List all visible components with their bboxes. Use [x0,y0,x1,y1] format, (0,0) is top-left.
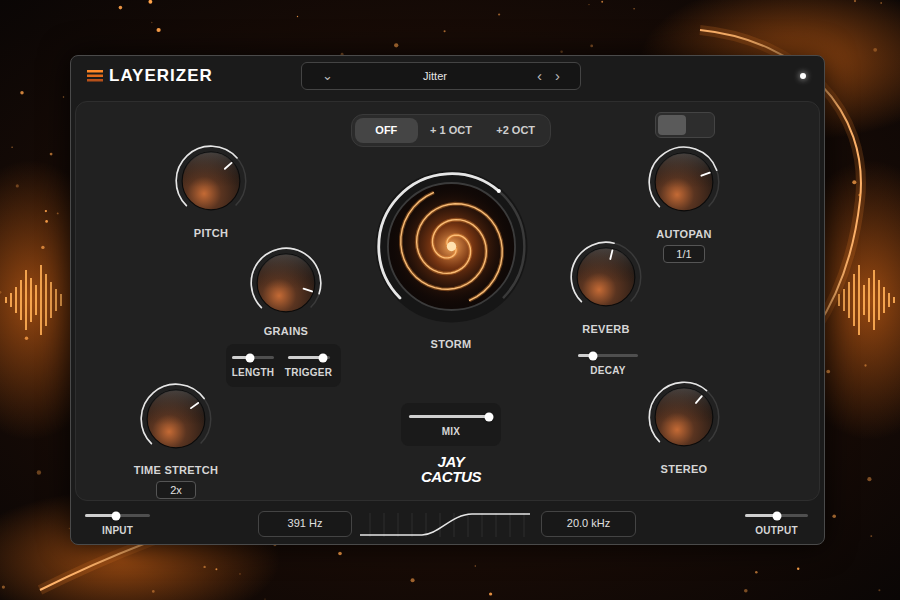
plugin-area: LAYERIZER ⌄Jitter‹› PITCH GRAINS TIME STRET… [0,0,900,545]
footer-bar: INPUT 391 Hz 20.0 kHz OUTPUT [71,501,824,546]
grain-settings-panel: LENGTH TRIGGER [226,344,341,387]
brand-logo: JAYCACTUS [421,454,481,484]
grains-label: GRAINS [264,325,308,338]
octave-button[interactable]: +2 OCT [484,118,547,143]
reverb-control: REVERB [569,240,643,336]
length-slider-track[interactable] [232,356,274,359]
mode-toggle[interactable] [655,112,715,138]
toggle-thumb [658,115,686,135]
low-cut-value[interactable]: 391 Hz [258,511,352,537]
decay-control: DECAY [578,350,638,377]
input-label: INPUT [102,525,133,537]
length-label: LENGTH [232,367,275,379]
storm-knob[interactable] [374,169,529,324]
time-and-grain-row: TIME STRETCH 2x LENGTH TRIGGER [126,344,341,499]
grains-knob[interactable] [249,246,323,320]
filter-curve[interactable] [360,509,530,539]
trigger-label: TRIGGER [285,367,332,379]
pitch-label: PITCH [194,227,228,240]
mix-label: MIX [442,426,461,438]
left-section: PITCH GRAINS TIME STRETCH 2x LENGTH TRIGGER [76,102,341,500]
octave-button[interactable]: OFF [355,118,418,143]
pan-section: AUTOPAN 1/1 STEREO [646,102,821,500]
app-title: LAYERIZER [109,66,213,86]
logo: LAYERIZER [71,66,301,86]
storm-control: STORM [374,169,529,351]
brand-text: CACTUS [421,469,481,484]
grains-control: GRAINS [249,246,323,338]
high-cut-value[interactable]: 20.0 kHz [541,511,636,537]
next-preset-button[interactable]: › [547,69,560,83]
center-section: OFF+ 1 OCT+2 OCT STORM MIX JAYCACTUS [341,102,561,500]
reverb-section: REVERB DECAY [561,102,646,500]
length-control: LENGTH [232,352,274,379]
mix-slider-fill [409,415,489,418]
time-stretch-control: TIME STRETCH 2x [126,382,226,499]
preset-menu-icon[interactable]: ⌄ [322,69,338,83]
input-slider-thumb[interactable] [112,511,121,520]
preset-name: Jitter [338,68,532,85]
stereo-knob[interactable] [647,380,721,454]
mix-slider-thumb[interactable] [484,412,493,421]
stereo-control: STEREO [647,380,721,476]
decay-slider-track[interactable] [578,354,638,357]
trigger-slider-track[interactable] [288,356,330,359]
main-panel: PITCH GRAINS TIME STRETCH 2x LENGTH TRIGGER O… [75,101,820,501]
autopan-knob[interactable] [647,145,721,219]
right-section: REVERB DECAY AUTOPAN 1/1 STEREO [561,102,821,500]
length-slider-thumb[interactable] [245,353,254,362]
pitch-knob[interactable] [174,144,248,218]
input-slider-track[interactable] [85,514,150,517]
time-stretch-value[interactable]: 2x [156,481,196,499]
trigger-slider-thumb[interactable] [319,353,328,362]
pitch-control: PITCH [174,144,248,240]
output-label: OUTPUT [755,525,798,537]
storm-label: STORM [431,338,472,351]
trigger-control: TRIGGER [282,352,335,379]
mix-panel: MIX [401,403,501,446]
octave-selector: OFF+ 1 OCT+2 OCT [351,114,551,147]
mix-control: MIX [409,411,493,438]
time-stretch-label: TIME STRETCH [134,464,219,477]
screen: LAYERIZER ⌄Jitter‹› PITCH GRAINS TIME STRET… [0,0,900,600]
output-slider-track[interactable] [745,514,808,517]
reverb-knob[interactable] [569,240,643,314]
previous-preset-button[interactable]: ‹ [532,69,547,83]
output-control: OUTPUT [745,510,808,537]
status-dot [800,73,806,79]
layers-logo-icon [87,70,103,82]
decay-slider-thumb[interactable] [589,351,598,360]
time-stretch-knob[interactable] [139,382,213,456]
output-slider-thumb[interactable] [772,511,781,520]
reverb-label: REVERB [582,323,630,336]
autopan-value[interactable]: 1/1 [663,245,704,263]
plugin-window: LAYERIZER ⌄Jitter‹› PITCH GRAINS TIME STRET… [70,55,825,545]
decay-label: DECAY [590,365,625,377]
preset-selector[interactable]: ⌄Jitter‹› [301,62,581,90]
mix-slider-track[interactable] [409,415,493,418]
octave-button[interactable]: + 1 OCT [420,118,483,143]
stereo-label: STEREO [661,463,708,476]
input-control: INPUT [85,510,150,537]
header-bar: LAYERIZER ⌄Jitter‹› [71,56,824,96]
autopan-label: AUTOPAN [656,228,711,241]
brand-text: JAY [438,454,465,469]
autopan-control: AUTOPAN 1/1 [647,145,721,263]
